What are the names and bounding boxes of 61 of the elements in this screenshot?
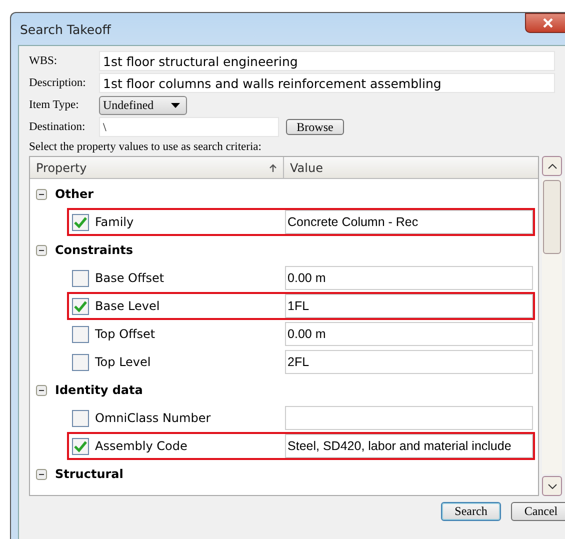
collapse-icon[interactable]: [36, 468, 47, 480]
checkbox[interactable]: [72, 326, 89, 342]
property-row[interactable]: OmniClass Number: [67, 404, 535, 432]
property-row[interactable]: Top Level 2FL: [67, 348, 535, 376]
checkbox[interactable]: [72, 438, 89, 454]
property-row[interactable]: Assembly Code Steel, SD420, labor and material include: [67, 432, 535, 460]
value-field[interactable]: 0.00 m: [284, 266, 533, 290]
property-name: OmniClass Number: [95, 411, 211, 425]
property-name: Assembly Code: [95, 439, 188, 453]
description-label: Description:: [29, 77, 87, 89]
group-heading: Structural: [55, 467, 124, 481]
group-heading: Other: [55, 187, 94, 201]
value-field[interactable]: [284, 406, 533, 430]
collapse-icon[interactable]: [36, 244, 47, 256]
value-field[interactable]: 0.00 m: [284, 322, 533, 346]
collapse-icon[interactable]: [36, 188, 47, 200]
property-row[interactable]: Top Offset 0.00 m: [67, 320, 535, 348]
collapse-icon[interactable]: [36, 384, 47, 396]
checkbox[interactable]: [72, 354, 89, 370]
dialog-button[interactable]: Search: [441, 502, 501, 521]
checkbox[interactable]: [72, 270, 89, 286]
property-name: Base Level: [95, 299, 160, 313]
wbs-label: WBS:: [29, 55, 58, 67]
scrollbar[interactable]: [542, 156, 562, 496]
group-heading: Constraints: [55, 243, 134, 257]
property-name: Family: [95, 215, 134, 229]
sort-arrow-icon: [269, 164, 277, 172]
up-chevron-icon: [548, 164, 556, 168]
window-title: Search Takeoff: [20, 22, 111, 36]
checkbox[interactable]: [72, 214, 89, 230]
value-field[interactable]: Steel, SD420, labor and material include: [284, 434, 533, 458]
value-field[interactable]: 2FL: [284, 350, 533, 374]
group-heading: Identity data: [55, 383, 143, 397]
close-icon: [543, 18, 553, 28]
down-chevron-icon: [548, 484, 556, 488]
scroll-up-button[interactable]: [542, 156, 562, 176]
browse-button[interactable]: Browse: [286, 119, 344, 135]
instruction-text: Select the property values to use as search criteria:: [29, 141, 262, 153]
column-header[interactable]: Property: [30, 157, 284, 178]
property-name: Top Offset: [95, 327, 156, 341]
scroll-thumb[interactable]: [543, 180, 561, 254]
close-button[interactable]: [525, 13, 565, 33]
property-name: Top Level: [95, 355, 151, 369]
dialog-button[interactable]: Cancel: [511, 502, 565, 521]
destination-label: Destination:: [29, 121, 86, 133]
dropdown-caret-icon: [171, 102, 180, 108]
scroll-down-button[interactable]: [542, 476, 562, 496]
property-row[interactable]: Family Concrete Column - Rec: [67, 208, 535, 236]
description-field[interactable]: 1st floor columns and walls reinforcement assembling: [99, 73, 555, 93]
wbs-field[interactable]: 1st floor structural engineering: [99, 51, 555, 71]
checkbox[interactable]: [72, 410, 89, 426]
column-header[interactable]: Value: [284, 157, 538, 178]
checkbox[interactable]: [72, 298, 89, 314]
value-field[interactable]: Concrete Column - Rec: [284, 210, 533, 234]
property-row[interactable]: Base Level 1FL: [67, 292, 535, 320]
destination-field[interactable]: \: [99, 117, 279, 137]
property-name: Base Offset: [95, 271, 164, 285]
property-row[interactable]: Base Offset 0.00 m: [67, 264, 535, 292]
item-type-label: Item Type:: [29, 99, 80, 111]
item-type-dropdown[interactable]: Undefined: [99, 96, 187, 114]
value-field[interactable]: 1FL: [284, 294, 533, 318]
